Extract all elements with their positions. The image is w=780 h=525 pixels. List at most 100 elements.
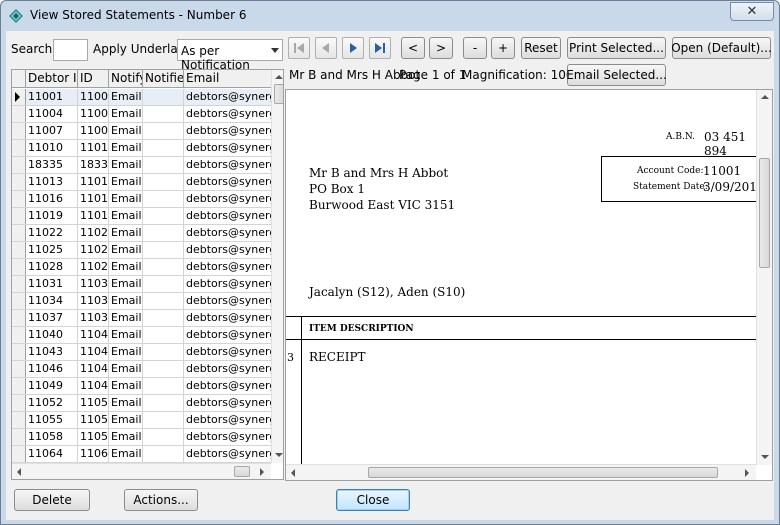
cell-notify: Email A	[111, 140, 143, 156]
zoom-next-button[interactable]: >	[429, 37, 453, 59]
scroll-down-icon[interactable]	[275, 453, 283, 457]
scroll-down-icon[interactable]	[761, 455, 769, 459]
row-indicator[interactable]	[12, 225, 26, 241]
table-row[interactable]: 1101311013Email Adebtors@synerg	[12, 174, 271, 191]
window-close-button[interactable]: ✕	[730, 2, 774, 21]
col-email[interactable]: Email	[184, 70, 271, 88]
table-row[interactable]: 1104311043Email Adebtors@synerg	[12, 344, 271, 361]
table-row[interactable]: 1104011040Email Adebtors@synerg	[12, 327, 271, 344]
scroll-up-icon[interactable]	[275, 75, 283, 79]
preview-vertical-scrollbar[interactable]	[756, 90, 772, 465]
row-indicator[interactable]	[12, 310, 26, 326]
cell-id: 11049	[80, 378, 109, 394]
title-bar: View Stored Statements - Number 6 ✕	[1, 1, 779, 31]
table-row[interactable]: 1106411064Email Adebtors@synerg	[12, 446, 271, 463]
cell-notify: Email A	[111, 123, 143, 139]
zoom-out-button[interactable]: -	[463, 37, 487, 59]
cell-debtor: 11004	[26, 106, 78, 122]
cell-debtor: 11028	[26, 259, 78, 275]
row-indicator[interactable]	[12, 378, 26, 394]
zoom-prev-button[interactable]: <	[401, 37, 425, 59]
table-row[interactable]: 1101011010Email Adebtors@synerg	[12, 140, 271, 157]
scroll-left-icon[interactable]	[17, 468, 21, 476]
row-indicator[interactable]	[12, 191, 26, 207]
table-row[interactable]: 1105511055Email Adebtors@synerg	[12, 412, 271, 429]
row-indicator[interactable]	[12, 259, 26, 275]
row-indicator[interactable]	[12, 412, 26, 428]
row-indicator[interactable]	[12, 429, 26, 445]
grid-hscroll-thumb[interactable]	[234, 466, 250, 477]
cell-notified	[143, 225, 184, 241]
table-row[interactable]: 1100111001Email Adebtors@synerg	[12, 89, 271, 106]
open-default-button[interactable]: Open (Default)...	[671, 37, 772, 59]
row-indicator[interactable]	[12, 344, 26, 360]
table-row[interactable]: 1105211052Email Adebtors@synerg	[12, 395, 271, 412]
zoom-in-button[interactable]: +	[491, 37, 515, 59]
table-row[interactable]: 1100711007Email Adebtors@synerg	[12, 123, 271, 140]
students-line: Jacalyn (S12), Aden (S10)	[309, 285, 466, 299]
row-indicator[interactable]	[12, 106, 26, 122]
row-indicator[interactable]	[12, 361, 26, 377]
table-row[interactable]: 1104911049Email Adebtors@synerg	[12, 378, 271, 395]
reset-button[interactable]: Reset	[521, 37, 561, 59]
preview-horizontal-scrollbar[interactable]	[286, 464, 756, 480]
table-row[interactable]: 1102811028Email Adebtors@synerg	[12, 259, 271, 276]
row-indicator[interactable]	[12, 395, 26, 411]
row-indicator[interactable]	[12, 123, 26, 139]
delete-button[interactable]: Delete	[14, 489, 90, 511]
row-indicator[interactable]	[12, 89, 26, 105]
grid-header: Debtor ID ID Notify Notified Email	[12, 70, 271, 88]
email-selected-button[interactable]: Email Selected...	[566, 64, 667, 86]
row-indicator[interactable]	[12, 140, 26, 156]
search-input[interactable]	[53, 39, 88, 61]
table-row[interactable]: 1102211022Email Adebtors@synerg	[12, 225, 271, 242]
row-indicator[interactable]	[12, 157, 26, 173]
last-page-button[interactable]	[369, 37, 391, 59]
close-button[interactable]: Close	[336, 489, 410, 511]
next-page-button[interactable]	[342, 37, 364, 59]
scroll-right-icon[interactable]	[745, 469, 749, 477]
scroll-right-icon[interactable]	[260, 468, 264, 476]
table-row[interactable]: 1833518335Email Adebtors@synerg	[12, 157, 271, 174]
grid-vertical-scrollbar[interactable]	[271, 70, 283, 463]
col-id[interactable]: ID	[78, 70, 109, 88]
col-notified[interactable]: Notified	[143, 70, 184, 88]
row-indicator[interactable]	[12, 276, 26, 292]
cell-debtor: 11037	[26, 310, 78, 326]
table-row[interactable]: 1103111031Email Adebtors@synerg	[12, 276, 271, 293]
table-row[interactable]: 1105811058Email Adebtors@synerg	[12, 429, 271, 446]
preview-vscroll-thumb[interactable]	[759, 158, 770, 268]
table-row[interactable]: 1104611046Email Adebtors@synerg	[12, 361, 271, 378]
scroll-up-icon[interactable]	[761, 95, 769, 99]
divider	[286, 316, 756, 317]
table-row[interactable]: 1101611016Email Adebtors@synerg	[12, 191, 271, 208]
statements-grid[interactable]: Debtor ID ID Notify Notified Email 11001…	[11, 69, 284, 480]
preview-hscroll-thumb[interactable]	[368, 467, 718, 478]
cell-notify: Email A	[111, 344, 143, 360]
statement-preview[interactable]: A.B.N. 03 451 894 Mr B and Mrs H Abbot P…	[285, 89, 773, 481]
cell-notify: Email A	[111, 191, 143, 207]
print-selected-button[interactable]: Print Selected...	[567, 37, 666, 59]
col-notify[interactable]: Notify	[109, 70, 143, 88]
prev-page-button[interactable]	[315, 37, 337, 59]
table-row[interactable]: 1103711037Email Adebtors@synerg	[12, 310, 271, 327]
underlay-select[interactable]: As per Notification	[177, 39, 283, 72]
table-row[interactable]: 1101911019Email Adebtors@synerg	[12, 208, 271, 225]
row-indicator[interactable]	[12, 174, 26, 190]
table-row[interactable]: 1100411004Email Adebtors@synerg	[12, 106, 271, 123]
row-indicator[interactable]	[12, 208, 26, 224]
table-row[interactable]: 1103411034Email Adebtors@synerg	[12, 293, 271, 310]
table-row[interactable]: 1102511025Email Adebtors@synerg	[12, 242, 271, 259]
row-indicator[interactable]	[12, 293, 26, 309]
grid-vscroll-thumb[interactable]	[274, 84, 283, 104]
grid-horizontal-scrollbar[interactable]	[12, 463, 271, 479]
scroll-left-icon[interactable]	[291, 469, 295, 477]
row-indicator[interactable]	[12, 446, 26, 462]
row-pointer-icon	[15, 92, 20, 102]
actions-button[interactable]: Actions...	[124, 489, 198, 511]
col-debtor-id[interactable]: Debtor ID	[26, 70, 78, 88]
first-page-button[interactable]	[288, 37, 310, 59]
cell-notified	[143, 378, 184, 394]
row-indicator[interactable]	[12, 327, 26, 343]
row-indicator[interactable]	[12, 242, 26, 258]
